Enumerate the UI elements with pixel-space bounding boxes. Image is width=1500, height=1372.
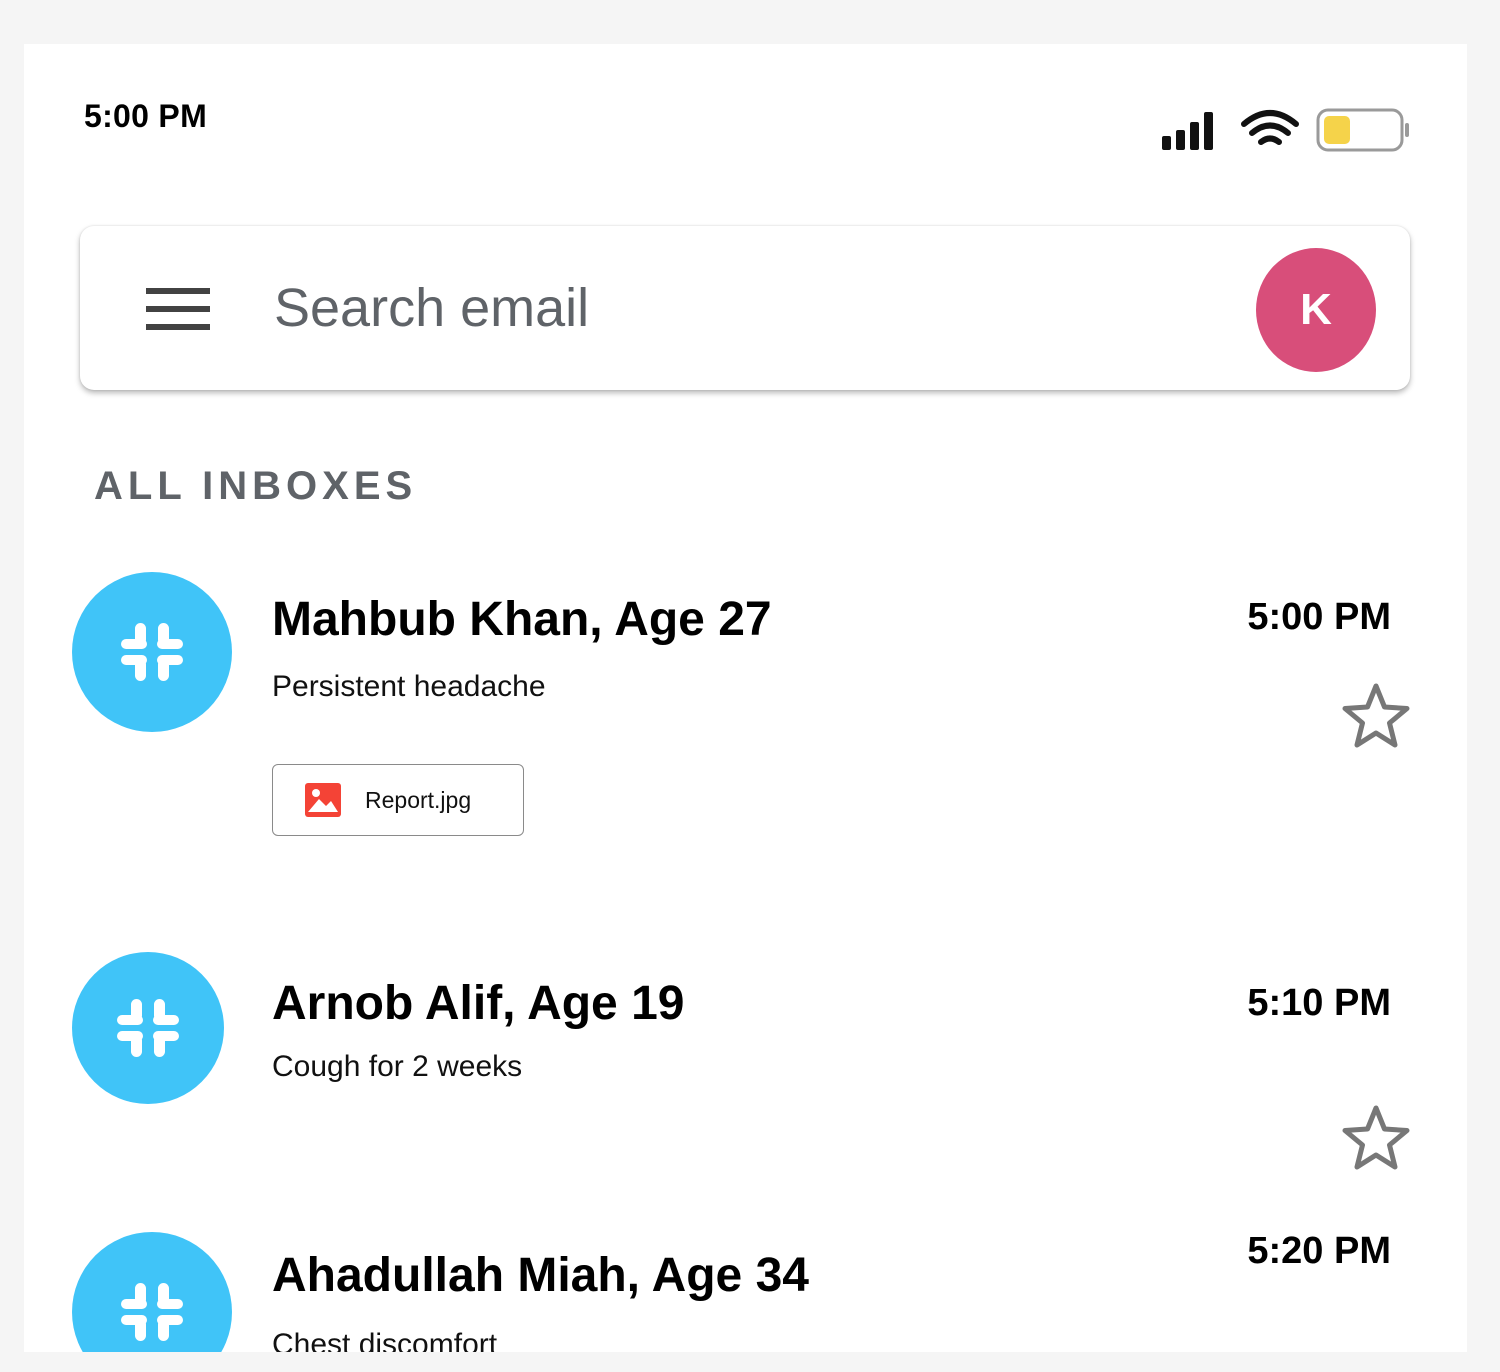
sender-name: Arnob Alif, Age 19 bbox=[272, 977, 685, 1030]
attachment-chip[interactable]: Report.jpg bbox=[272, 764, 524, 836]
image-file-icon bbox=[305, 783, 341, 817]
email-row[interactable]: Arnob Alif, Age 19 Cough for 2 weeks 5:1… bbox=[24, 952, 1467, 1192]
hashtag-icon bbox=[121, 623, 183, 681]
sender-avatar bbox=[72, 572, 232, 732]
search-bar: K bbox=[80, 226, 1410, 390]
email-time: 5:20 PM bbox=[1247, 1230, 1391, 1272]
sender-avatar bbox=[72, 952, 224, 1104]
section-label: ALL INBOXES bbox=[94, 464, 418, 508]
sender-name: Ahadullah Miah, Age 34 bbox=[272, 1249, 809, 1302]
account-avatar[interactable]: K bbox=[1256, 248, 1376, 372]
attachment-name: Report.jpg bbox=[365, 786, 472, 813]
email-subject: Chest discomfort bbox=[272, 1328, 498, 1352]
email-subject: Cough for 2 weeks bbox=[272, 1050, 523, 1083]
phone-screen: 5:00 PM Search email K ALL INBOXES Mahbu… bbox=[24, 44, 1467, 1352]
email-row[interactable]: Ahadullah Miah, Age 34 Chest discomfort … bbox=[24, 1230, 1467, 1352]
sender-name: Mahbub Khan, Age 27 bbox=[272, 593, 772, 646]
wifi-icon bbox=[1241, 110, 1299, 145]
email-row[interactable]: Mahbub Khan, Age 27 Persistent headache … bbox=[24, 572, 1467, 842]
email-subject: Persistent headache bbox=[272, 670, 546, 703]
signal-icon bbox=[1162, 112, 1213, 150]
status-time: 5:00 PM bbox=[84, 98, 208, 134]
star-icon[interactable] bbox=[1340, 1102, 1412, 1174]
menu-icon[interactable] bbox=[146, 286, 210, 332]
email-time: 5:10 PM bbox=[1247, 982, 1391, 1024]
star-icon[interactable] bbox=[1340, 680, 1412, 752]
search-input[interactable] bbox=[274, 266, 1174, 350]
hashtag-icon bbox=[121, 1283, 183, 1341]
status-icons bbox=[1160, 106, 1410, 156]
sender-avatar bbox=[72, 1232, 232, 1352]
email-time: 5:00 PM bbox=[1247, 596, 1391, 638]
hashtag-icon bbox=[117, 999, 179, 1057]
battery-icon bbox=[1316, 108, 1409, 152]
